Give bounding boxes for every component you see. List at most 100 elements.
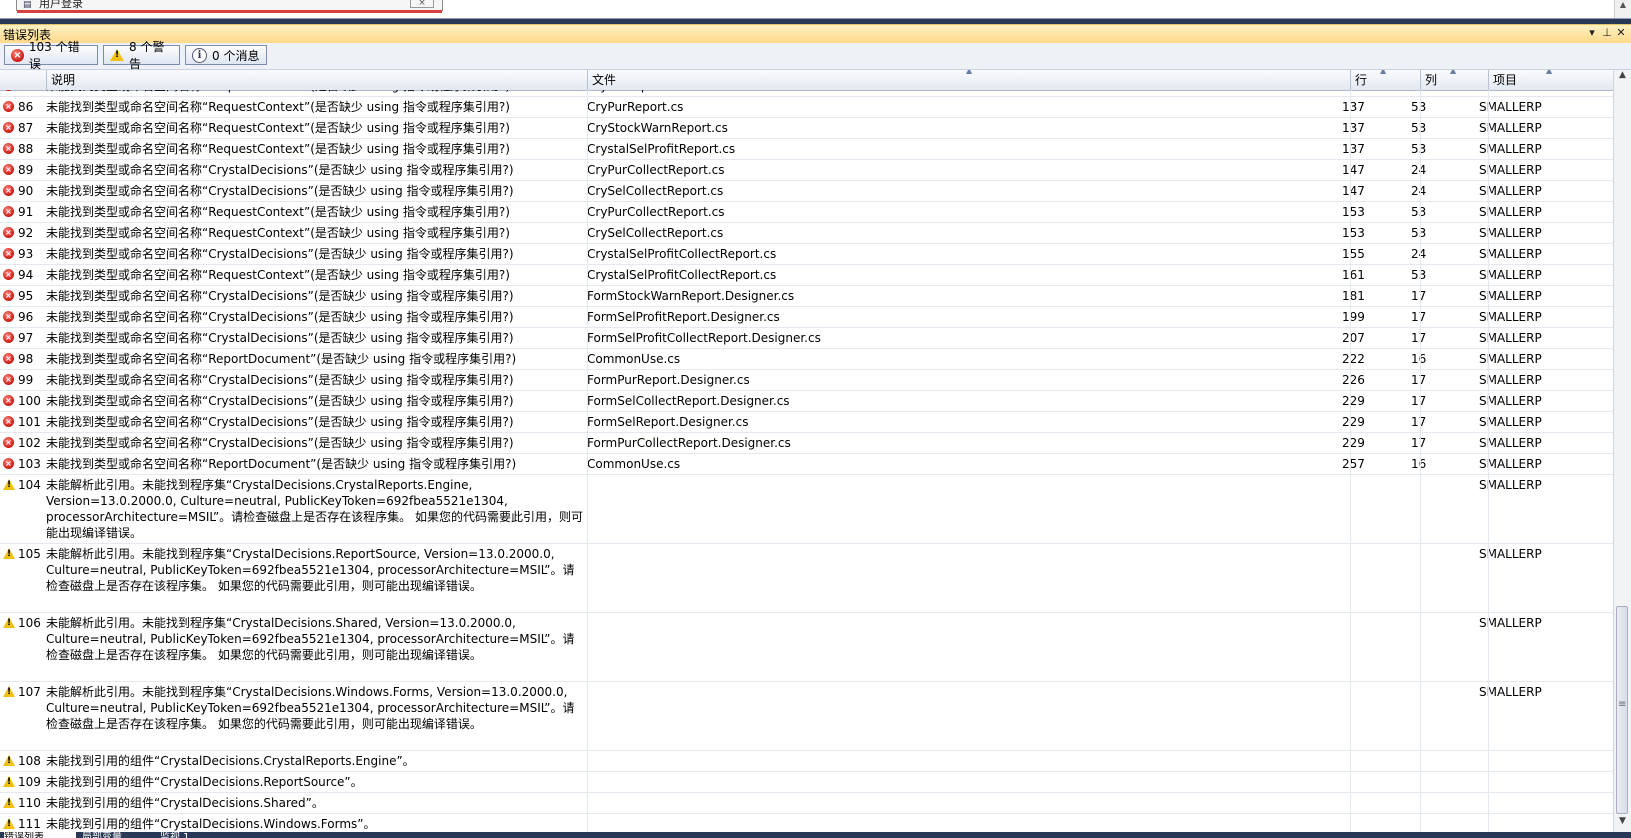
dropdown-icon[interactable]: ▾ xyxy=(1585,26,1599,39)
column-divider xyxy=(1350,544,1351,612)
scroll-down-arrow-icon[interactable]: ▼ xyxy=(1614,816,1631,832)
table-row[interactable]: × 90 未能找到类型或命名空间名称“CrystalDecisions”(是否缺少 … xyxy=(0,181,1614,202)
column-divider xyxy=(1488,328,1489,348)
column-divider xyxy=(1350,391,1351,411)
row-number: 92 xyxy=(18,226,34,240)
row-line xyxy=(1342,544,1402,546)
warning-icon xyxy=(3,686,15,697)
table-row[interactable]: × 97 未能找到类型或命名空间名称“CrystalDecisions”(是否缺少 … xyxy=(0,328,1614,349)
error-icon: × xyxy=(3,269,14,280)
row-line: 161 xyxy=(1342,268,1365,282)
column-divider xyxy=(1420,814,1421,832)
table-row[interactable]: 109 未能找到引用的组件“CrystalDecisions.ReportSour… xyxy=(0,772,1614,793)
close-icon[interactable]: × xyxy=(410,0,434,8)
row-project: SMALLERP xyxy=(1479,90,1609,94)
table-row[interactable]: × 102 未能找到类型或命名空间名称“CrystalDecisions”(是否缺少… xyxy=(0,433,1614,454)
row-project: SMALLERP xyxy=(1479,289,1542,303)
row-line: 137 xyxy=(1342,100,1365,114)
scroll-up-arrow-icon[interactable]: ▲ xyxy=(1614,0,1631,18)
row-file: CrySelReport.cs xyxy=(587,90,1337,94)
table-row[interactable]: 104 未能解析此引用。未能找到程序集“CrystalDecisions.Crys… xyxy=(0,475,1614,544)
warning-icon xyxy=(3,548,15,559)
close-icon[interactable]: ✕ xyxy=(1614,26,1628,39)
scroll-up-arrow-icon[interactable]: ▲ xyxy=(1614,70,1631,86)
errors-filter-button[interactable]: × 103 个错误 xyxy=(4,40,98,71)
row-file: FormSelProfitCollectReport.Designer.cs xyxy=(587,331,821,345)
column-divider xyxy=(587,244,588,264)
bottom-tab-0[interactable]: 错误列表 xyxy=(4,832,76,838)
column-divider xyxy=(587,454,588,474)
table-row[interactable]: × 100 未能找到类型或命名空间名称“CrystalDecisions”(是否缺少… xyxy=(0,391,1614,412)
column-divider xyxy=(1420,682,1421,750)
column-divider xyxy=(1488,454,1489,474)
column-divider xyxy=(1488,370,1489,390)
pin-icon[interactable]: ⊥ xyxy=(1600,26,1614,39)
table-row[interactable]: × 99 未能找到类型或命名空间名称“CrystalDecisions”(是否缺少 … xyxy=(0,370,1614,391)
table-row[interactable]: × 89 未能找到类型或命名空间名称“CrystalDecisions”(是否缺少 … xyxy=(0,160,1614,181)
warnings-filter-button[interactable]: 8 个警告 xyxy=(103,40,180,71)
row-project xyxy=(1479,814,1609,816)
vertical-scrollbar[interactable]: ▲ ▼ xyxy=(1613,70,1631,832)
row-line: 137 xyxy=(1342,142,1365,156)
table-row[interactable]: × 96 未能找到类型或命名空间名称“CrystalDecisions”(是否缺少 … xyxy=(0,307,1614,328)
row-description: 未能找到引用的组件“CrystalDecisions.Shared”。 xyxy=(46,796,324,810)
table-row[interactable]: × 94 未能找到类型或命名空间名称“RequestContext”(是否缺少 us… xyxy=(0,265,1614,286)
row-line: 137 xyxy=(1342,90,1402,94)
column-divider xyxy=(1350,90,1351,96)
row-project: SMALLERP xyxy=(1479,100,1542,114)
table-row[interactable]: 107 未能解析此引用。未能找到程序集“CrystalDecisions.Wind… xyxy=(0,682,1614,751)
table-row[interactable]: × 95 未能找到类型或命名空间名称“CrystalDecisions”(是否缺少 … xyxy=(0,286,1614,307)
table-row[interactable]: 110 未能找到引用的组件“CrystalDecisions.Shared”。 xyxy=(0,793,1614,814)
table-row[interactable]: × 91 未能找到类型或命名空间名称“RequestContext”(是否缺少 us… xyxy=(0,202,1614,223)
table-row[interactable]: × 103 未能找到类型或命名空间名称“ReportDocument”(是否缺少 u… xyxy=(0,454,1614,475)
row-line: 222 xyxy=(1342,352,1365,366)
column-divider xyxy=(1488,223,1489,243)
column-divider xyxy=(1420,793,1421,813)
error-icon: × xyxy=(11,48,24,62)
messages-filter-button[interactable]: i 0 个消息 xyxy=(185,45,267,65)
column-divider xyxy=(1488,244,1489,264)
table-row[interactable]: × 101 未能找到类型或命名空间名称“CrystalDecisions”(是否缺少… xyxy=(0,412,1614,433)
column-divider xyxy=(1350,286,1351,306)
table-row[interactable]: × 85未能找到类型或命名空间名称“RequestContext”(是否缺少 us… xyxy=(0,90,1614,97)
column-divider xyxy=(1420,90,1421,96)
column-divider xyxy=(1420,544,1421,612)
warning-icon xyxy=(3,548,15,559)
sort-arrow-icon: ▲ xyxy=(1450,70,1457,75)
column-divider xyxy=(1420,160,1421,180)
column-divider xyxy=(587,814,588,832)
table-row[interactable]: 106 未能解析此引用。未能找到程序集“CrystalDecisions.Shar… xyxy=(0,613,1614,682)
table-row[interactable]: 108 未能找到引用的组件“CrystalDecisions.CrystalRep… xyxy=(0,751,1614,772)
row-project: SMALLERP xyxy=(1479,142,1542,156)
column-divider xyxy=(1488,391,1489,411)
row-file: CommonUse.cs xyxy=(587,457,681,471)
row-description: 未能找到类型或命名空间名称“RequestContext”(是否缺少 using… xyxy=(46,268,510,282)
error-list-toolbar: × 103 个错误 8 个警告 i 0 个消息 xyxy=(0,40,1631,71)
bottom-tab-2[interactable]: 监视 1 xyxy=(160,832,234,838)
table-row[interactable]: × 87 未能找到类型或命名空间名称“RequestContext”(是否缺少 us… xyxy=(0,118,1614,139)
error-list-title-bar: 错误列表 ▾ ⊥ ✕ xyxy=(0,24,1631,44)
table-row[interactable]: 105 未能解析此引用。未能找到程序集“CrystalDecisions.Repo… xyxy=(0,544,1614,613)
column-divider xyxy=(587,265,588,285)
column-divider xyxy=(1350,181,1351,201)
bottom-tab-1[interactable]: 局部变量 xyxy=(82,832,156,838)
column-divider xyxy=(1420,118,1421,138)
table-row[interactable]: × 88 未能找到类型或命名空间名称“RequestContext”(是否缺少 us… xyxy=(0,139,1614,160)
error-icon: × xyxy=(3,458,14,469)
header-cell-description[interactable]: 说明 xyxy=(46,70,587,90)
document-tab[interactable]: ▤ 用户登录 × xyxy=(16,0,443,13)
table-row[interactable]: × 98 未能找到类型或命名空间名称“ReportDocument”(是否缺少 us… xyxy=(0,349,1614,370)
scrollbar-thumb[interactable] xyxy=(1616,606,1628,814)
row-project: SMALLERP xyxy=(1479,685,1542,699)
table-row[interactable]: 111 未能找到引用的组件“CrystalDecisions.Windows.Fo… xyxy=(0,814,1614,832)
column-divider xyxy=(1488,613,1489,681)
column-divider xyxy=(587,391,588,411)
table-row[interactable]: × 92 未能找到类型或命名空间名称“RequestContext”(是否缺少 us… xyxy=(0,223,1614,244)
row-project: SMALLERP xyxy=(1479,547,1542,561)
table-row[interactable]: × 93 未能找到类型或命名空间名称“CrystalDecisions”(是否缺少 … xyxy=(0,244,1614,265)
row-file: CrystalSelProfitCollectReport.cs xyxy=(587,268,777,282)
table-row[interactable]: × 86 未能找到类型或命名空间名称“RequestContext”(是否缺少 us… xyxy=(0,97,1614,118)
row-project: SMALLERP xyxy=(1479,163,1542,177)
row-line: 257 xyxy=(1342,457,1365,471)
header-cell-icon-num[interactable] xyxy=(0,70,46,90)
